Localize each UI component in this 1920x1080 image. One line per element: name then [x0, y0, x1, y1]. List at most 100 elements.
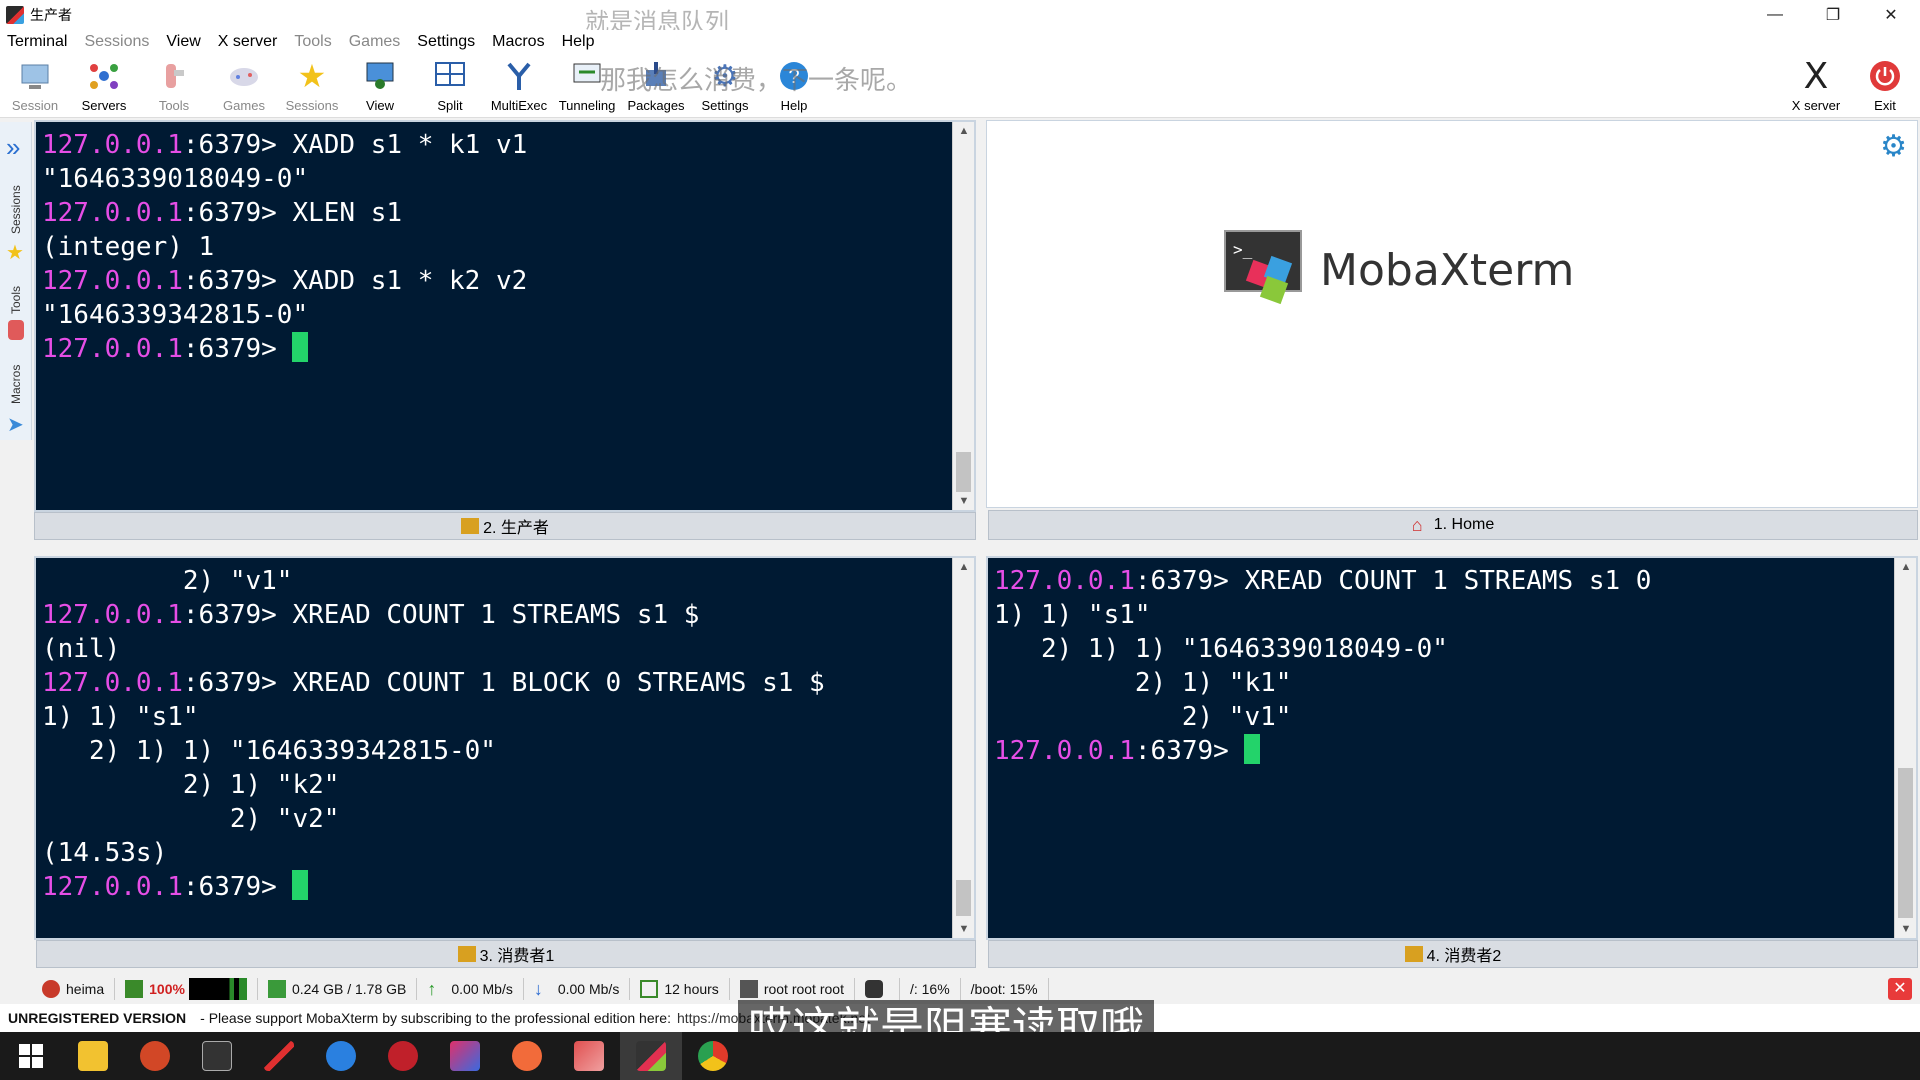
menu-games[interactable]: Games: [349, 33, 401, 51]
gamepad-icon: [226, 58, 262, 94]
menu-settings[interactable]: Settings: [417, 33, 475, 51]
windows-logo-icon: [19, 1044, 43, 1068]
tools-button[interactable]: Tools: [140, 56, 208, 116]
tab-consumer2[interactable]: 4. 消费者2: [988, 940, 1918, 968]
terminal-text: 2) 1) "k1": [994, 668, 1292, 698]
taskbar-chrome[interactable]: [682, 1032, 744, 1080]
status-disk-boot: /boot: 15%: [961, 978, 1049, 1000]
scrollbar[interactable]: ▲ ▼: [1894, 558, 1916, 938]
expand-sidebar-icon[interactable]: »: [6, 132, 20, 163]
taskbar-app-red[interactable]: [558, 1032, 620, 1080]
terminal-text: 2) "v2": [42, 804, 340, 834]
tab-consumer1[interactable]: 3. 消费者1: [36, 940, 976, 968]
status-users: root root root: [730, 978, 855, 1000]
taskbar-pen-app[interactable]: [248, 1032, 310, 1080]
terminal-output: 127.0.0.1:6379> XREAD COUNT 1 STREAMS s1…: [994, 564, 1651, 768]
status-bar: heima 100% 0.24 GB / 1.78 GB ↑ 0.00 Mb/s …: [32, 976, 1920, 1002]
scroll-down-icon[interactable]: ▼: [953, 920, 975, 938]
scroll-down-icon[interactable]: ▼: [953, 492, 975, 510]
tab-home[interactable]: ⌂ 1. Home: [988, 510, 1918, 540]
menu-bar: Terminal Sessions View X server Tools Ga…: [0, 30, 1920, 54]
scroll-up-icon[interactable]: ▲: [953, 122, 975, 140]
status-disk-root: /: 16%: [900, 978, 961, 1000]
mobaxterm-logo-icon: >_: [1224, 230, 1302, 305]
scroll-down-icon[interactable]: ▼: [1895, 920, 1917, 938]
terminal-text: 2) 1) 1) "1646339018049-0": [994, 634, 1448, 664]
sidebar-tab-tools[interactable]: Tools: [9, 286, 23, 314]
terminal-line: 127.0.0.1:6379> XREAD COUNT 1 STREAMS s1…: [42, 598, 825, 632]
menu-help[interactable]: Help: [562, 33, 595, 51]
xserver-button[interactable]: X X server: [1782, 56, 1850, 116]
sidebar-tab-macros[interactable]: Macros: [9, 365, 23, 404]
games-button[interactable]: Games: [210, 56, 278, 116]
terminal-pane-producer[interactable]: 127.0.0.1:6379> XADD s1 * k1 v1 "16463390…: [34, 120, 976, 512]
settings-gear-icon[interactable]: ⚙: [1880, 129, 1907, 164]
multiexec-button[interactable]: MultiExec: [485, 56, 553, 116]
tools-wrench-icon: [8, 320, 24, 340]
taskbar-postman[interactable]: [496, 1032, 558, 1080]
close-status-icon[interactable]: ✕: [1888, 978, 1912, 1000]
exit-button[interactable]: Exit: [1851, 56, 1919, 116]
power-icon: [1867, 58, 1903, 94]
upload-arrow-icon: ↑: [427, 979, 437, 999]
view-button[interactable]: View: [346, 56, 414, 116]
close-button[interactable]: ✕: [1862, 0, 1920, 30]
menu-xserver[interactable]: X server: [218, 33, 278, 51]
prompt-host: 127.0.0.1: [42, 600, 183, 630]
menu-terminal[interactable]: Terminal: [7, 33, 67, 51]
terminal-line: 2) 1) 1) "1646339342815-0": [42, 734, 825, 768]
terminal-text: :6379> XLEN s1: [182, 198, 403, 228]
home-icon: ⌂: [1411, 515, 1423, 535]
terminal-line: 2) "v1": [994, 700, 1651, 734]
servers-button[interactable]: Servers: [70, 56, 138, 116]
status-disk-icon-cell: [855, 978, 900, 1000]
taskbar-file-explorer[interactable]: [62, 1032, 124, 1080]
scroll-up-icon[interactable]: ▲: [1895, 558, 1917, 576]
menu-view[interactable]: View: [166, 33, 200, 51]
terminal-text: 1) 1) "s1": [42, 702, 199, 732]
status-cpu: 100%: [115, 978, 258, 1000]
intellij-icon: [450, 1041, 480, 1071]
scrollbar[interactable]: ▲ ▼: [952, 122, 974, 510]
minimize-button[interactable]: —: [1746, 0, 1804, 30]
scrollbar[interactable]: ▲ ▼: [952, 558, 974, 938]
terminal-text: 2) 1) "k2": [42, 770, 340, 800]
taskbar-mobaxterm[interactable]: [620, 1032, 682, 1080]
window-title: 生产者: [30, 7, 72, 23]
sessions-button[interactable]: ★ Sessions: [278, 56, 346, 116]
sessions-star-icon: ★: [6, 242, 24, 264]
scroll-thumb[interactable]: [1898, 768, 1913, 918]
terminal-line: 127.0.0.1:6379>: [42, 332, 527, 366]
redhat-icon: [42, 980, 60, 998]
scroll-thumb[interactable]: [956, 452, 971, 492]
menu-tools[interactable]: Tools: [294, 33, 331, 51]
macros-plane-icon: ➤: [7, 414, 24, 436]
sidebar-tab-sessions[interactable]: Sessions: [9, 185, 23, 234]
taskbar-redis-desktop[interactable]: [372, 1032, 434, 1080]
windows-start-button[interactable]: [0, 1032, 62, 1080]
split-button[interactable]: Split: [416, 56, 484, 116]
color-app-icon: [326, 1041, 356, 1071]
memory-icon: [267, 980, 286, 998]
terminal-text: :6379>: [182, 872, 293, 902]
disk-icon: [864, 980, 883, 998]
restore-button[interactable]: ❐: [1804, 0, 1862, 30]
terminal-output: 127.0.0.1:6379> XADD s1 * k1 v1 "16463390…: [42, 128, 527, 366]
app-icon: [574, 1041, 604, 1071]
menu-sessions[interactable]: Sessions: [84, 33, 149, 51]
scroll-thumb[interactable]: [956, 880, 971, 916]
multiexec-icon: [501, 58, 537, 94]
taskbar-color-app[interactable]: [310, 1032, 372, 1080]
tab-producer[interactable]: 2. 生产者: [34, 512, 976, 540]
taskbar-intellij[interactable]: [434, 1032, 496, 1080]
menu-macros[interactable]: Macros: [492, 33, 544, 51]
terminal-pane-consumer2[interactable]: 127.0.0.1:6379> XREAD COUNT 1 STREAMS s1…: [986, 556, 1918, 940]
view-icon: [362, 58, 398, 94]
scroll-up-icon[interactable]: ▲: [953, 558, 975, 576]
terminal-line: 1) 1) "s1": [994, 598, 1651, 632]
session-button[interactable]: Session: [1, 56, 69, 116]
terminal-pane-consumer1[interactable]: 2) "v1" 127.0.0.1:6379> XREAD COUNT 1 STR…: [34, 556, 976, 940]
taskbar-terminal[interactable]: [186, 1032, 248, 1080]
taskbar-powerpoint[interactable]: [124, 1032, 186, 1080]
terminal-line: 127.0.0.1:6379> XREAD COUNT 1 STREAMS s1…: [994, 564, 1651, 598]
